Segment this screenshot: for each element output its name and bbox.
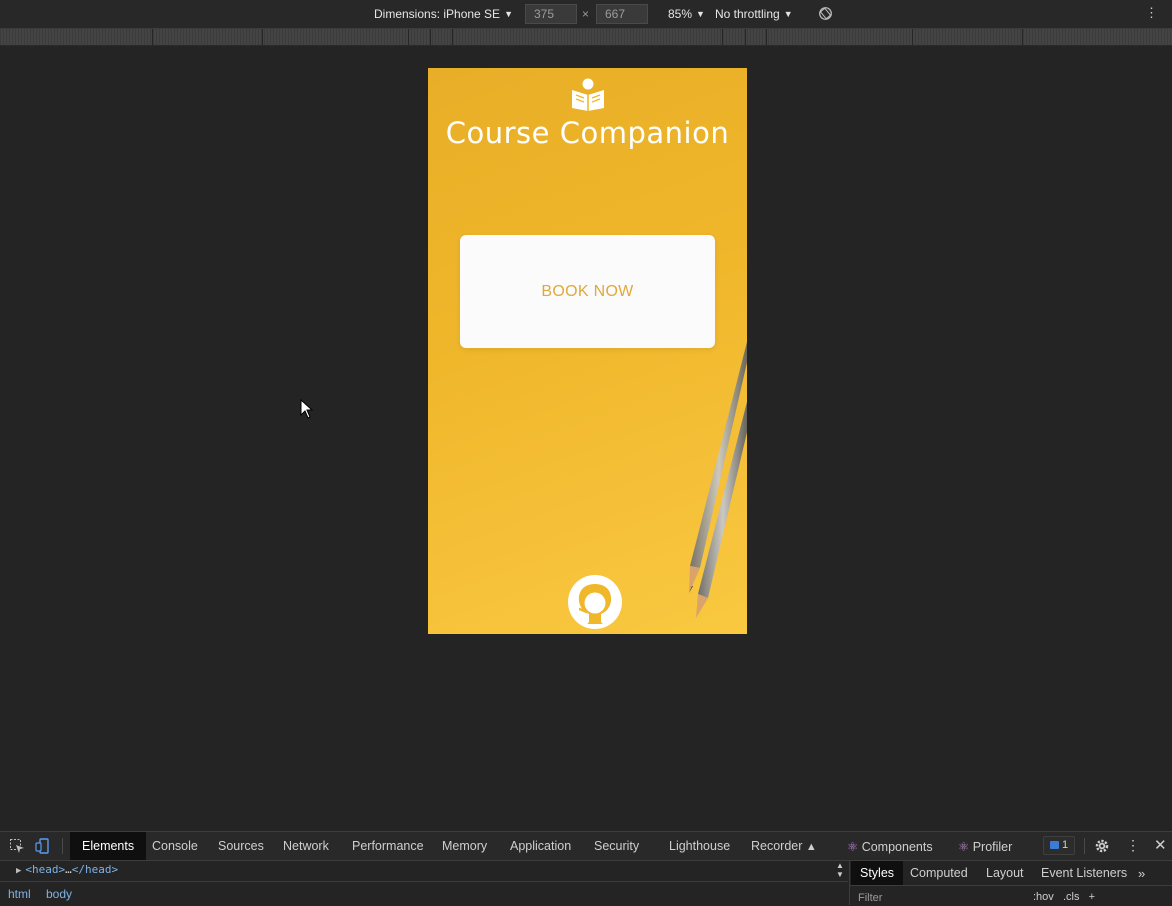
device-toolbar: Dimensions: iPhone SE ▼ 375 × 667 85% ▼ No… [0,0,1172,29]
dimensions-dropdown[interactable]: Dimensions: iPhone SE ▼ [374,7,513,21]
breadcrumb-body[interactable]: body [46,887,72,901]
tab-console[interactable]: Console [152,839,198,853]
dropdown-caret-icon: ▼ [783,9,793,19]
styles-pane: Styles Computed Layout Event Listeners »… [849,861,1172,905]
head-close-tag: </head> [71,863,119,876]
toolbar-divider [62,838,63,854]
height-input[interactable]: 667 [596,4,648,24]
tab-recorder-label: Recorder [751,839,803,853]
head-open-tag: <head> [25,863,66,876]
devtools-panel: Elements Console Sources Network Perform… [0,831,1172,906]
tab-recorder[interactable]: Recorder ▲ [751,839,817,853]
styles-filter-input[interactable]: Filter [858,892,882,904]
react-icon: ⚛ [958,840,970,854]
styles-tab-bar: Styles Computed Layout Event Listeners » [850,861,1172,886]
tab-profiler-label: Profiler [972,840,1013,854]
tab-styles[interactable]: Styles [851,861,904,885]
tab-performance[interactable]: Performance [352,839,424,853]
devtools-tab-bar: Elements Console Sources Network Perform… [0,832,1172,861]
tab-application[interactable]: Application [510,839,571,853]
ruler-divider [766,29,767,45]
flask-icon: ▲ [805,841,817,853]
ruler-divider [408,29,409,45]
tab-profiler[interactable]: ⚛ Profiler [958,839,1012,854]
cls-toggle[interactable]: .cls [1063,891,1080,903]
styles-toolbar: :hov .cls + [1033,891,1095,903]
dropdown-caret-icon: ▼ [504,9,513,19]
app-title: Course Companion [445,116,730,150]
tab-lighthouse[interactable]: Lighthouse [669,839,730,853]
ruler-divider [262,29,263,45]
rotate-icon[interactable] [818,6,833,21]
tab-network[interactable]: Network [283,839,329,853]
more-options-icon[interactable]: ⋮ [1145,5,1158,21]
collapsed-ellipsis[interactable]: … [65,863,72,876]
device-toggle-icon[interactable] [35,838,51,854]
times-symbol: × [582,7,590,21]
react-icon: ⚛ [847,840,859,854]
width-input[interactable]: 375 [525,4,577,24]
ruler-divider [912,29,913,45]
more-options-icon[interactable]: ⋮ [1126,837,1140,854]
add-rule-button[interactable]: + [1089,891,1095,903]
breadcrumb: html body [0,881,848,906]
tab-components[interactable]: ⚛ Components [847,839,933,854]
throttling-dropdown[interactable]: No throttling ▼ [715,7,793,21]
issues-count: 1 [1062,839,1069,851]
ruler-divider [722,29,723,45]
tab-sources[interactable]: Sources [218,839,264,853]
tab-security[interactable]: Security [594,839,639,853]
hov-toggle[interactable]: :hov [1033,891,1054,903]
zoom-label: 85% [668,7,693,21]
dom-scrollbar[interactable]: ▲ ▼ [833,861,847,881]
breadcrumb-html[interactable]: html [8,887,31,901]
dropdown-caret-icon: ▼ [696,9,705,19]
ruler-divider [430,29,431,45]
mouse-cursor-icon [300,399,314,419]
message-icon [1050,841,1059,849]
issues-badge[interactable]: 1 [1043,836,1075,855]
dom-tree-head-node[interactable]: ▶ <head>…</head> [0,861,848,879]
gear-icon[interactable] [1094,838,1110,854]
toolbar-divider [1084,838,1085,854]
tab-layout[interactable]: Layout [986,866,1024,880]
pencils-decoration [689,341,747,618]
media-query-ruler[interactable] [0,29,1172,46]
book-now-button[interactable]: BOOK NOW [460,235,715,348]
tab-event-listeners[interactable]: Event Listeners [1041,866,1127,880]
expand-triangle-icon[interactable]: ▶ [16,866,21,876]
throttling-label: No throttling [715,7,780,21]
more-tabs-icon[interactable]: » [1138,866,1145,881]
tab-elements[interactable]: Elements [70,832,147,860]
ruler-divider [152,29,153,45]
inspect-element-icon[interactable] [9,838,25,854]
device-viewport: Course Companion BOOK NOW [428,68,747,634]
ruler-divider [452,29,453,45]
tab-components-label: Components [861,840,933,854]
github-icon[interactable] [567,574,623,630]
ruler-divider [745,29,746,45]
zoom-dropdown[interactable]: 85% ▼ [668,7,705,21]
close-icon[interactable]: ✕ [1154,836,1167,854]
dimensions-label: Dimensions: iPhone SE [374,7,501,21]
tab-memory[interactable]: Memory [442,839,487,853]
ruler-divider [1022,29,1023,45]
tab-computed[interactable]: Computed [910,866,968,880]
reading-book-icon [572,78,604,111]
